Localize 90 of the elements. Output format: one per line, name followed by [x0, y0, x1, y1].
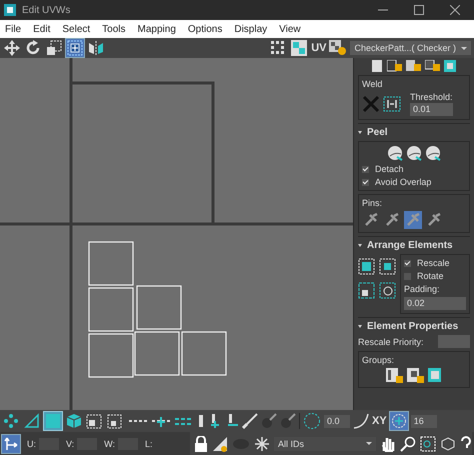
group-label: Weld — [362, 79, 384, 89]
rotate-icon[interactable] — [25, 40, 41, 56]
checkbox[interactable] — [362, 166, 369, 172]
collapse-icon[interactable] — [358, 244, 362, 247]
snap-spinner[interactable]: 16 — [410, 414, 437, 428]
uv-face[interactable] — [136, 285, 182, 330]
target-weld-icon[interactable] — [383, 95, 401, 113]
vertex-mode-icon[interactable] — [3, 413, 19, 429]
pack-icon[interactable] — [358, 258, 376, 276]
uv-label[interactable]: UV — [311, 42, 326, 54]
zoom-icon[interactable] — [400, 436, 416, 452]
zoom-extents-icon[interactable] — [440, 436, 456, 452]
pack-icon[interactable] — [379, 282, 397, 300]
pan-hand-icon[interactable] — [380, 436, 396, 452]
scale-icon[interactable] — [46, 40, 62, 56]
uv-face[interactable] — [134, 331, 180, 376]
checkbox-label: Rescale — [417, 258, 450, 268]
checkbox-label: Rotate — [417, 271, 444, 281]
window-title: Edit UVWs — [22, 4, 70, 16]
maximize-icon[interactable] — [414, 5, 424, 15]
collapse-icon[interactable] — [358, 131, 362, 134]
uv-face[interactable] — [88, 287, 134, 332]
uv-face[interactable] — [88, 333, 134, 378]
plus-bar-icon[interactable] — [208, 413, 222, 429]
collapse-icon[interactable] — [358, 325, 362, 328]
brush-icon[interactable] — [242, 413, 258, 429]
group-label: Pins: — [362, 198, 384, 208]
checkbox-label: Detach — [375, 164, 404, 174]
menu-item[interactable]: Options — [188, 24, 222, 34]
move-icon[interactable] — [4, 40, 20, 56]
menu-item[interactable]: View — [279, 24, 301, 34]
minus-bar-icon[interactable] — [225, 413, 239, 429]
falloff-spinner[interactable]: 0.0 — [324, 414, 350, 428]
texture-dropdown[interactable]: CheckerPatt...( Checker ) — [350, 41, 471, 55]
triangle-icon[interactable] — [212, 436, 228, 452]
threshold-label: Threshold: — [410, 92, 453, 102]
peel-icon[interactable] — [425, 145, 441, 161]
close-icon[interactable] — [450, 5, 460, 15]
lock-icon[interactable] — [194, 436, 208, 452]
mirror-icon[interactable] — [88, 40, 104, 56]
pack-icon[interactable] — [358, 282, 376, 300]
snap-icon[interactable] — [390, 413, 407, 429]
grid-icon[interactable] — [270, 40, 286, 56]
checker-settings-icon[interactable] — [329, 40, 348, 56]
checkbox-label: Avoid Overlap — [375, 177, 432, 187]
uv-grid-icon[interactable] — [444, 60, 458, 72]
checkbox[interactable] — [404, 260, 411, 266]
peel-icon[interactable] — [406, 145, 422, 161]
checker-icon[interactable] — [291, 40, 308, 56]
rescale-priority-label: Rescale Priority: — [358, 336, 424, 346]
coordinate-label: W: — [104, 438, 116, 448]
menu-item[interactable]: Edit — [33, 24, 50, 34]
group-icon[interactable] — [428, 368, 442, 384]
bar-icon[interactable] — [197, 413, 205, 429]
menu-item[interactable]: Tools — [102, 24, 126, 34]
group-label: Groups: — [362, 355, 396, 365]
menu-item[interactable]: File — [5, 24, 22, 34]
falloff-curve-icon[interactable] — [353, 413, 369, 429]
grow-selection-icon[interactable] — [86, 413, 104, 429]
zoom-region-icon[interactable] — [420, 436, 436, 452]
threshold-spinner[interactable]: 0.01 — [410, 103, 453, 116]
menu-item[interactable]: Display — [234, 24, 268, 34]
edge-mode-icon[interactable] — [24, 413, 40, 429]
coordinate-label: L: — [145, 438, 153, 448]
rollout-title[interactable]: Arrange Elements — [367, 240, 453, 251]
paint-select-icon[interactable] — [261, 413, 277, 429]
padding-label: Padding: — [404, 284, 441, 294]
rollout-title[interactable]: Peel — [367, 127, 388, 138]
stack-icon[interactable] — [370, 60, 384, 72]
peel-icon[interactable] — [387, 145, 403, 161]
checkbox[interactable] — [404, 272, 411, 280]
menu-item[interactable]: Mapping — [138, 24, 176, 34]
falloff-axis-label[interactable]: XY — [372, 415, 387, 427]
material-id-dropdown[interactable]: All IDs — [274, 436, 376, 450]
soft-selection-icon[interactable] — [303, 412, 321, 430]
paint-deselect-icon[interactable] — [280, 413, 296, 429]
checkbox[interactable] — [362, 178, 369, 186]
snowflake-icon[interactable] — [254, 436, 270, 452]
app-icon — [4, 4, 16, 16]
transform-icon[interactable] — [3, 436, 19, 452]
uv-face[interactable] — [181, 331, 227, 376]
cube-icon[interactable] — [66, 413, 82, 429]
padding-spinner[interactable]: 0.02 — [404, 297, 466, 310]
uv-face[interactable] — [88, 241, 134, 286]
menu-item[interactable]: Select — [62, 24, 90, 34]
pack-icon[interactable] — [379, 258, 397, 276]
coordinate-label: U: — [27, 438, 36, 448]
coordinate-label: V: — [66, 438, 74, 448]
rollout-title[interactable]: Element Properties — [367, 321, 458, 332]
freeform-icon[interactable] — [67, 40, 83, 56]
